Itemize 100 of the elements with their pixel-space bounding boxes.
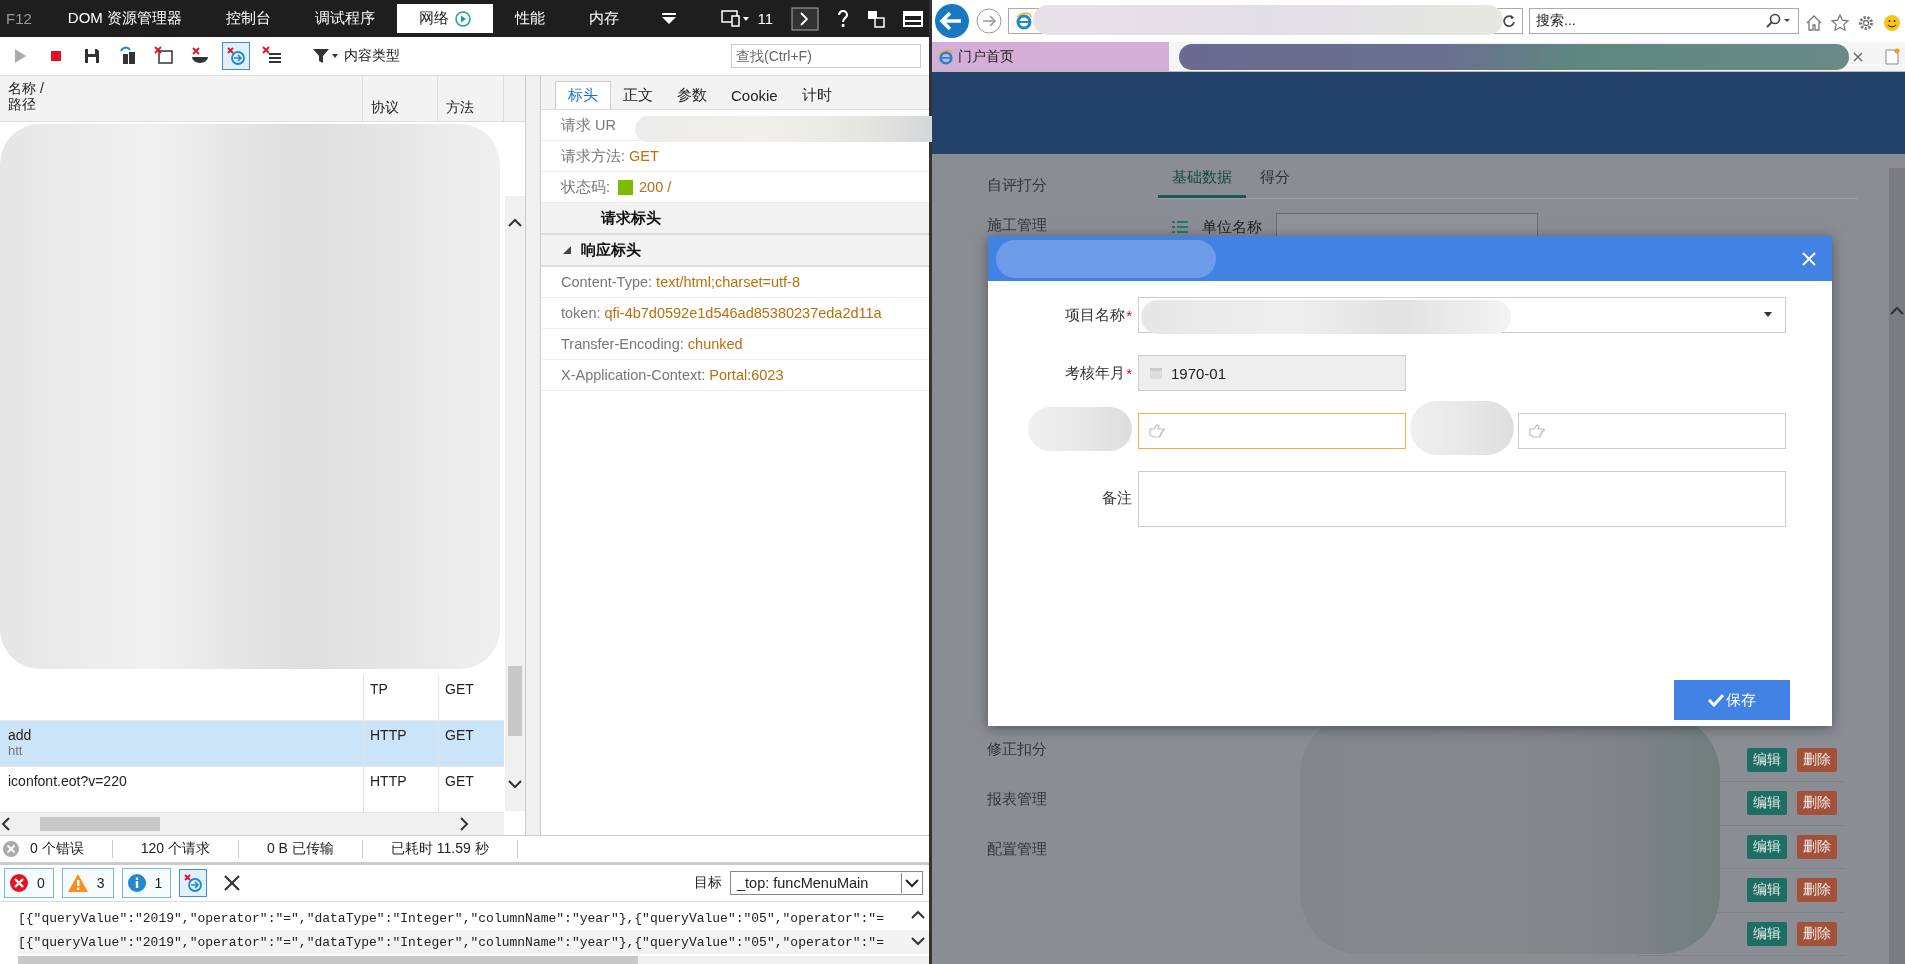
expanded-icon[interactable] — [563, 246, 571, 254]
home-icon[interactable] — [1805, 14, 1823, 32]
console-message: [{"queryValue":"2019","operator":"=","dataType":"Integer","columnName":"year"},{"queryValue":"05","operator":"= — [18, 910, 884, 926]
request-name: iconfont.eot?v=220 — [8, 773, 128, 789]
clear-icon[interactable] — [223, 874, 242, 892]
scroll-thumb[interactable] — [508, 666, 522, 736]
field-label: 考核年月 — [1065, 363, 1126, 383]
help-icon[interactable] — [837, 9, 849, 28]
scrollbar[interactable] — [505, 196, 525, 811]
warning-icon[interactable] — [66, 873, 89, 893]
scrollbar[interactable] — [1889, 168, 1905, 964]
smiley-icon[interactable] — [1883, 14, 1901, 32]
sidebar-item[interactable]: 报表管理 — [987, 774, 1150, 824]
edit-button[interactable]: 编辑 — [1747, 791, 1787, 816]
remarks-field[interactable] — [1138, 471, 1786, 527]
delete-button[interactable]: 删除 — [1797, 878, 1837, 903]
sidebar-item[interactable]: 自评打分 — [987, 160, 1150, 210]
more-tabs-icon[interactable] — [661, 12, 678, 25]
warnings-filter[interactable]: 3 — [61, 868, 114, 898]
scroll-down-icon[interactable] — [911, 936, 925, 946]
console-icon[interactable] — [791, 6, 819, 31]
clear-entries-icon[interactable] — [179, 869, 208, 897]
devtools-tab[interactable]: 性能 — [493, 4, 568, 33]
edit-button[interactable]: 编辑 — [1747, 747, 1787, 772]
browser-logo-icon — [1015, 12, 1033, 30]
filter-label: 单位名称 — [1202, 217, 1262, 237]
info-filter[interactable]: 1 — [121, 868, 172, 898]
caret-icon[interactable] — [901, 873, 922, 893]
browser-tab[interactable]: 门户首页 — [932, 42, 1169, 71]
page-tab[interactable]: 得分 — [1246, 160, 1304, 198]
method-cell: GET — [445, 727, 474, 743]
scroll-thumb[interactable] — [18, 956, 638, 964]
edit-button[interactable]: 编辑 — [1747, 834, 1787, 859]
column-header[interactable]: 协议 — [371, 99, 399, 117]
info-icon[interactable] — [126, 873, 147, 893]
devtools-tab[interactable]: DOM 资源管理器 — [45, 4, 205, 33]
status-text: 0 个错误 — [30, 840, 84, 858]
error-icon[interactable] — [9, 873, 29, 893]
devtools-tab[interactable]: 网络 — [397, 4, 494, 33]
column-header[interactable]: 路径 — [8, 96, 354, 112]
delete-button[interactable]: 删除 — [1797, 834, 1837, 859]
request-name: add — [8, 727, 33, 743]
devices-icon[interactable] — [721, 9, 752, 28]
details-tab[interactable]: Cookie — [719, 82, 790, 109]
refresh-icon[interactable] — [1502, 14, 1516, 28]
input-field[interactable] — [1518, 413, 1786, 449]
scroll-up-icon[interactable] — [911, 910, 925, 920]
devtools-tab[interactable]: 控制台 — [204, 4, 294, 33]
list-icon — [1172, 220, 1188, 234]
input-field[interactable] — [1138, 413, 1406, 449]
header-field: Transfer-Encoding: chunked — [561, 336, 743, 352]
console-message: [{"queryValue":"2019","operator":"=","dataType":"Integer","columnName":"year"},{"queryValue":"05","operator":"= — [18, 934, 884, 950]
sidebar-item[interactable]: 配置管理 — [987, 824, 1150, 874]
details-tab[interactable]: 计时 — [789, 82, 844, 109]
content-type-filter[interactable]: 内容类型 — [312, 47, 400, 65]
play-icon[interactable] — [455, 10, 472, 27]
scroll-left-icon[interactable] — [0, 817, 12, 831]
scrollbar[interactable] — [18, 956, 929, 964]
column-header[interactable]: 名称 / — [8, 80, 354, 96]
scroll-thumb[interactable] — [40, 817, 160, 831]
delete-button[interactable]: 删除 — [1797, 921, 1837, 946]
clear-entries-icon[interactable] — [222, 42, 250, 70]
search-field[interactable]: 搜索... — [1529, 8, 1799, 34]
errors-filter[interactable]: 0 — [4, 868, 54, 898]
edit-button[interactable]: 编辑 — [1747, 921, 1787, 946]
details-tab[interactable]: 参数 — [665, 82, 719, 109]
scroll-up-icon[interactable] — [508, 218, 522, 228]
scroll-down-icon[interactable] — [508, 779, 522, 789]
details-tab[interactable]: 标头 — [555, 81, 611, 109]
section-header[interactable]: 请求标头 — [581, 208, 661, 228]
dock-icon[interactable] — [903, 10, 923, 27]
target-dropdown[interactable]: _top: funcMenuMain — [730, 871, 923, 895]
protocol-cell: HTTP — [370, 773, 407, 789]
status-value: 200 / — [639, 179, 672, 195]
emulation-selector[interactable]: 11 — [721, 9, 773, 28]
scroll-right-icon[interactable] — [458, 817, 470, 831]
devtools-tab[interactable]: 内存 — [567, 4, 642, 33]
close-icon[interactable] — [1853, 51, 1863, 62]
sidebar-item[interactable]: 修正扣分 — [987, 724, 1150, 774]
status-text: 已耗时 11.59 秒 — [390, 840, 489, 858]
forward-button[interactable] — [976, 8, 1002, 34]
search-icon[interactable] — [1764, 13, 1792, 29]
header-field: 请求方法: GET — [561, 146, 659, 166]
filter-icon[interactable] — [312, 48, 338, 64]
save-button[interactable]: 保存 — [1674, 680, 1790, 720]
devtools-tab[interactable]: 调试程序 — [293, 4, 398, 33]
search-field[interactable]: 查找(Ctrl+F) — [731, 44, 921, 68]
back-button[interactable] — [934, 3, 970, 39]
caret-icon — [1763, 311, 1773, 319]
delete-button[interactable]: 删除 — [1797, 747, 1837, 772]
request-row[interactable]: add htt HTTP GET — [0, 721, 504, 767]
undock-icon[interactable] — [867, 9, 885, 28]
edit-button[interactable]: 编辑 — [1747, 878, 1787, 903]
settings-icon[interactable] — [1857, 14, 1875, 32]
section-header[interactable]: 响应标头 — [581, 240, 641, 260]
delete-button[interactable]: 删除 — [1797, 791, 1837, 816]
star-icon[interactable] — [1831, 14, 1849, 32]
details-tab[interactable]: 正文 — [611, 82, 665, 109]
column-header[interactable]: 方法 — [446, 99, 474, 117]
scrollbar[interactable] — [0, 813, 504, 835]
